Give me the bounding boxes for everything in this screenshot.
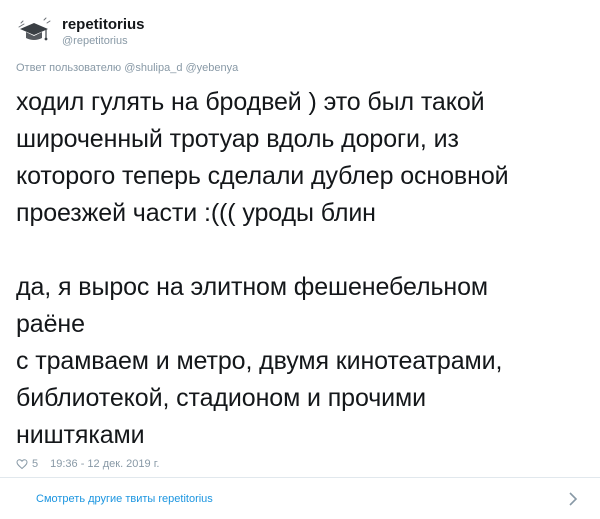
display-name[interactable]: repetitorius (62, 16, 145, 34)
tweet-text: ходил гулять на бродвей ) это был такой … (16, 88, 509, 449)
reply-prefix: Ответ пользователю (16, 62, 122, 74)
chevron-right-icon (569, 492, 578, 506)
heart-icon[interactable] (16, 458, 28, 470)
timestamp[interactable]: 19:36 - 12 дек. 2019 г. (50, 458, 159, 470)
graduation-cap-icon (18, 17, 51, 41)
author-names: repetitorius @repetitorius (62, 16, 145, 48)
avatar[interactable] (16, 14, 52, 50)
tweet-header: repetitorius @repetitorius (16, 12, 145, 52)
tweet-meta: 5 19:36 - 12 дек. 2019 г. (16, 458, 159, 470)
handle[interactable]: @repetitorius (62, 34, 145, 48)
more-tweets-link[interactable]: Смотреть другие твиты repetitorius (0, 478, 600, 519)
more-tweets-label: Смотреть другие твиты repetitorius (36, 492, 213, 505)
tweet-card: repetitorius @repetitorius Ответ пользов… (0, 0, 600, 519)
reply-mentions[interactable]: @shulipa_d @yebenya (124, 62, 238, 74)
like-count[interactable]: 5 (32, 458, 38, 470)
reply-context: Ответ пользователю @shulipa_d @yebenya (16, 62, 238, 74)
